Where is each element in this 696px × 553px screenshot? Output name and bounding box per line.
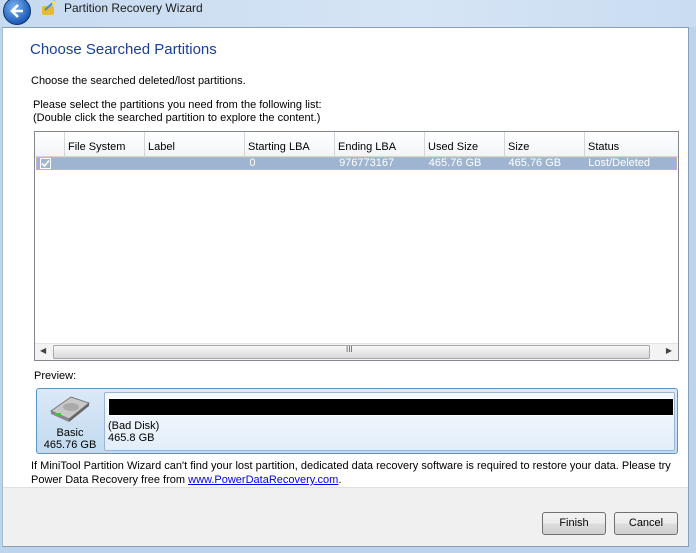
table-row[interactable]: 0 976773167 465.76 GB 465.76 GB Lost/Del…: [36, 157, 677, 170]
cell-size: 465.76 GB: [508, 157, 562, 169]
horizontal-scrollbar[interactable]: ◀ III ▶: [35, 343, 678, 360]
scroll-right-icon[interactable]: ▶: [666, 346, 672, 355]
recovery-note: If MiniTool Partition Wizard can't find …: [31, 459, 686, 487]
instructions: Please select the partitions you need fr…: [33, 99, 322, 125]
subtitle: Choose the searched deleted/lost partiti…: [31, 75, 246, 87]
partition-block[interactable]: (Bad Disk) 465.8 GB: [104, 392, 675, 451]
column-header-ending-lba[interactable]: Ending LBA: [335, 132, 425, 156]
cell-used-size: 465.76 GB: [428, 157, 482, 169]
disk-preview: Basic 465.76 GB (Bad Disk) 465.8 GB: [36, 388, 678, 454]
instruction-line-1: Please select the partitions you need fr…: [33, 99, 322, 111]
partition-table: File System Label Starting LBA Ending LB…: [34, 131, 679, 361]
title-bar: Partition Recovery Wizard: [0, 0, 696, 27]
disk-size: 465.76 GB: [43, 439, 97, 451]
column-header-size[interactable]: Size: [505, 132, 585, 156]
wizard-panel: Choose Searched Partitions Choose the se…: [2, 27, 689, 547]
partition-name: (Bad Disk): [108, 420, 160, 432]
page-title: Choose Searched Partitions: [30, 41, 217, 58]
window-title: Partition Recovery Wizard: [64, 1, 203, 15]
checkmark-icon: [41, 159, 50, 168]
back-button[interactable]: [3, 0, 31, 25]
cell-file-system: [67, 158, 147, 169]
row-checkbox[interactable]: [40, 158, 51, 169]
instruction-line-2: (Double click the searched partition to …: [33, 112, 321, 124]
column-header-status[interactable]: Status: [585, 132, 678, 156]
column-header-file-system[interactable]: File System: [65, 132, 145, 156]
disk-block[interactable]: Basic 465.76 GB: [37, 389, 103, 453]
note-end: .: [338, 474, 342, 486]
wizard-icon: [42, 0, 56, 15]
thumb-grip: III: [346, 345, 353, 354]
note-text: If MiniTool Partition Wizard can't find …: [31, 460, 671, 486]
column-header-starting-lba[interactable]: Starting LBA: [245, 132, 335, 156]
scroll-left-icon[interactable]: ◀: [40, 346, 46, 355]
cancel-button[interactable]: Cancel: [614, 512, 678, 535]
finish-button[interactable]: Finish: [542, 512, 606, 535]
partition-usage-bar: [108, 398, 674, 416]
column-header-used-size[interactable]: Used Size: [425, 132, 505, 156]
preview-label: Preview:: [34, 370, 77, 382]
hard-disk-icon: [49, 396, 91, 422]
column-header-check[interactable]: [35, 132, 65, 156]
cell-starting-lba: 0: [249, 157, 256, 169]
scrollbar-thumb[interactable]: III: [53, 345, 650, 359]
back-arrow-icon: [10, 4, 23, 18]
cell-label: [147, 158, 247, 169]
disk-type: Basic: [56, 427, 84, 439]
partition-size: 465.8 GB: [108, 432, 155, 444]
cell-ending-lba: 976773167: [339, 157, 395, 169]
cell-status: Lost/Deleted: [588, 157, 651, 169]
column-header-label[interactable]: Label: [145, 132, 245, 156]
table-header: File System Label Starting LBA Ending LB…: [35, 132, 678, 157]
power-data-recovery-link[interactable]: www.PowerDataRecovery.com: [188, 474, 338, 486]
